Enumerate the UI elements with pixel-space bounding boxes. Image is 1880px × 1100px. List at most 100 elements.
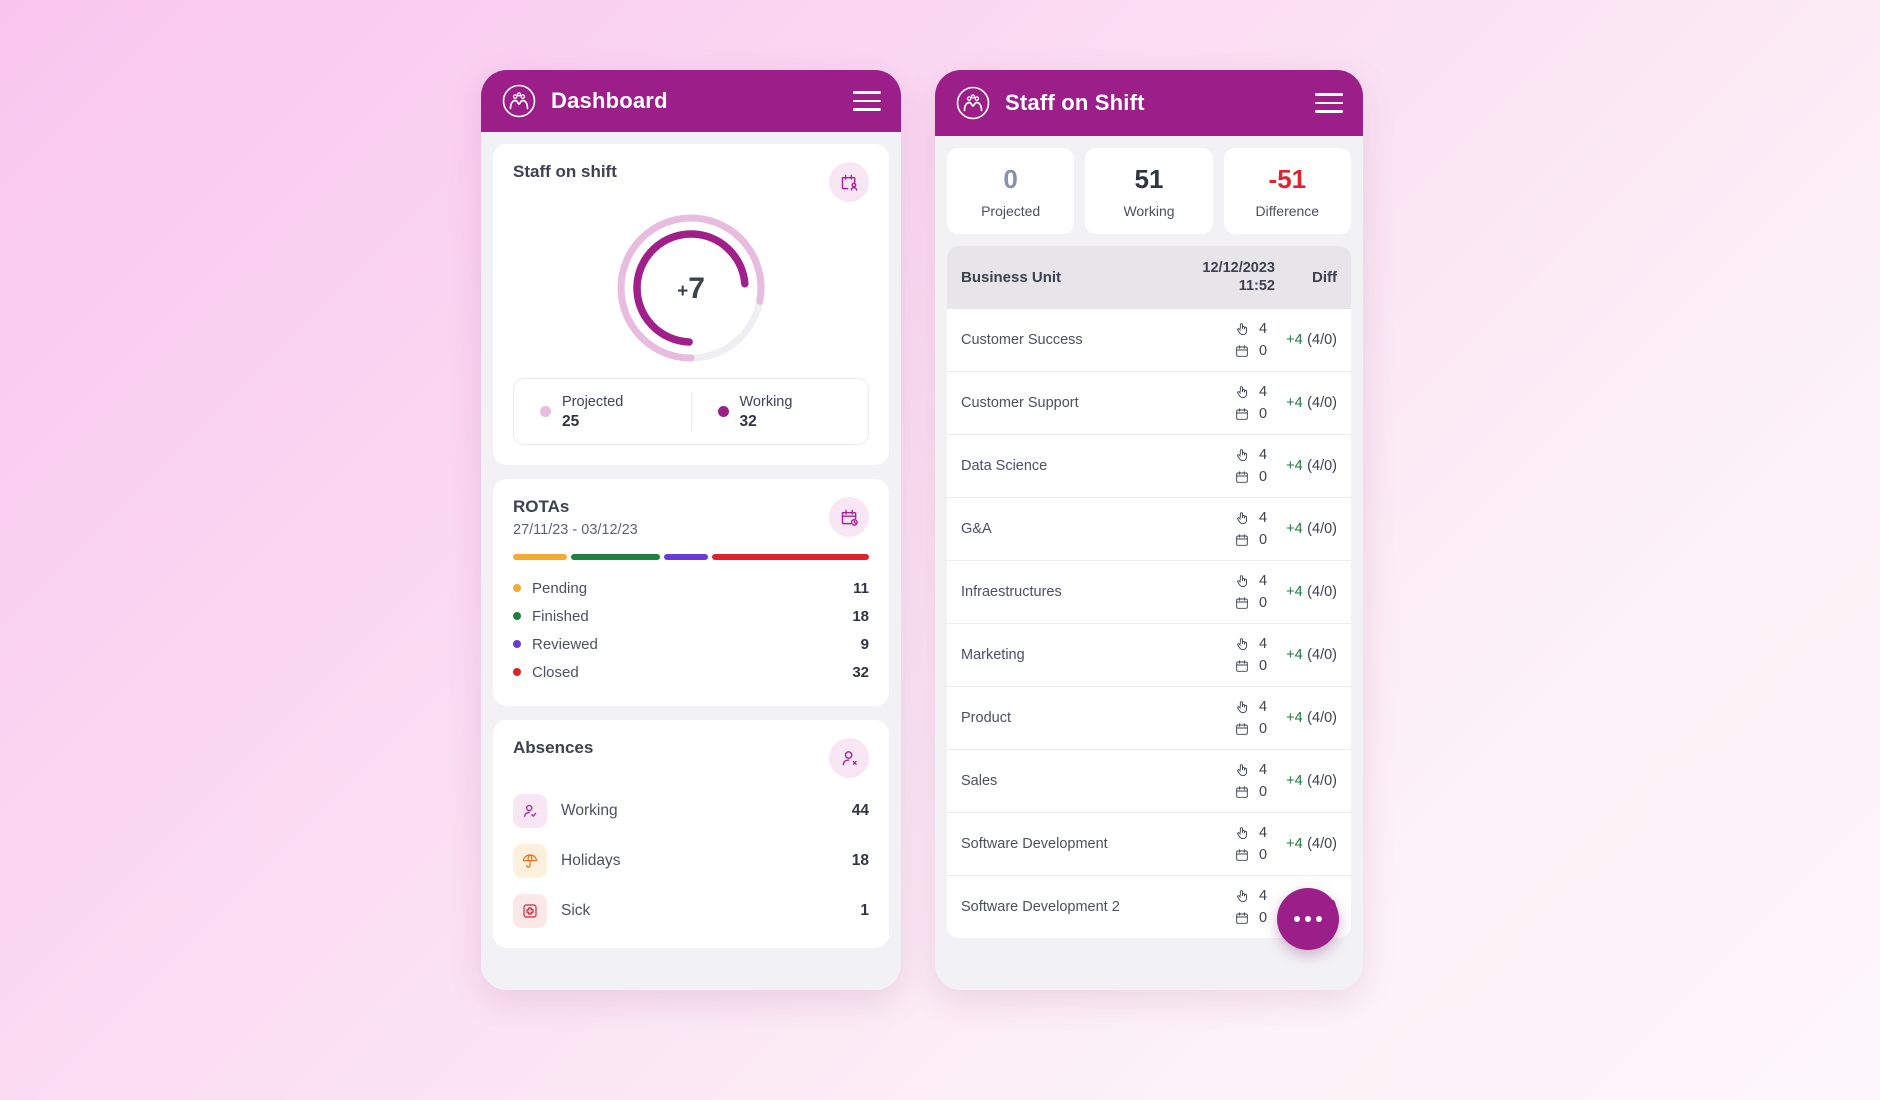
calendar-icon <box>1236 660 1248 673</box>
table-row[interactable]: Data Science 4 0 +4 (4/0) <box>947 434 1351 497</box>
row-diff: +4 (4/0) <box>1275 770 1337 792</box>
beach-umbrella-icon <box>513 844 547 879</box>
row-projected-value: 0 <box>1259 469 1268 486</box>
table-row[interactable]: Sales 4 0 +4 (4/0) <box>947 749 1351 812</box>
rotas-value-finished: 18 <box>852 607 869 625</box>
legend-label-working: Working <box>739 394 793 410</box>
staff-donut-chart: +7 <box>513 208 869 368</box>
table-row[interactable]: Product 4 0 +4 (4/0) <box>947 686 1351 749</box>
rotas-label-reviewed: Reviewed <box>532 635 598 653</box>
page-title: Staff on Shift <box>1005 90 1145 115</box>
calendar-icon <box>1236 849 1248 862</box>
hand-click-icon <box>1237 701 1247 714</box>
dashboard-scroll-body[interactable]: Staff on shift +7 Projected 25 Working 3… <box>481 132 901 990</box>
rotas-value-reviewed: 9 <box>860 635 869 653</box>
hand-click-icon <box>1237 512 1247 525</box>
rotas-segmented-bar <box>513 554 869 561</box>
row-counts: 4 0 <box>1163 759 1275 803</box>
hamburger-menu-icon[interactable] <box>853 91 881 111</box>
rotas-dot-reviewed <box>513 640 521 649</box>
stat-label-projected: Projected <box>981 202 1041 219</box>
hamburger-menu-icon[interactable] <box>1315 93 1343 113</box>
app-logo-icon <box>955 85 991 121</box>
row-diff-detail: (4/0) <box>1307 836 1337 853</box>
business-unit-table: Business Unit 12/12/2023 11:52 Diff Cust… <box>947 245 1351 939</box>
rotas-date-range: 27/11/23 - 03/12/23 <box>513 522 638 539</box>
calendar-user-icon[interactable] <box>829 162 869 202</box>
calendar-clock-icon[interactable] <box>829 497 869 538</box>
user-absent-icon[interactable] <box>829 738 869 779</box>
column-header-diff: Diff <box>1312 268 1337 286</box>
rotas-row-finished[interactable]: Finished 18 <box>513 602 869 630</box>
legend-value-projected: 25 <box>562 413 580 431</box>
row-diff: +4 (4/0) <box>1275 833 1337 855</box>
row-business-unit: Software Development 2 <box>961 899 1120 916</box>
row-projected-count: 0 <box>1163 844 1275 866</box>
stat-card-projected: 0 Projected <box>947 148 1075 234</box>
stat-label-difference: Difference <box>1255 202 1320 219</box>
row-working-value: 4 <box>1259 384 1268 401</box>
absence-row-sick[interactable]: Sick 1 <box>513 894 869 929</box>
absence-value-holidays: 18 <box>851 852 869 870</box>
row-projected-count: 0 <box>1163 466 1275 488</box>
row-diff: +4 (4/0) <box>1275 518 1337 540</box>
donut-center-prefix: +7 <box>677 272 705 305</box>
row-counts: 4 0 <box>1163 885 1275 929</box>
row-business-unit: Sales <box>961 773 998 790</box>
row-projected-value: 0 <box>1259 721 1268 738</box>
row-working-count: 4 <box>1163 696 1275 718</box>
row-diff-value: +4 <box>1286 395 1303 412</box>
table-row[interactable]: Customer Success 4 0 +4 (4/0) <box>947 309 1351 371</box>
row-working-value: 4 <box>1259 573 1268 590</box>
row-working-value: 4 <box>1259 888 1268 905</box>
rotas-row-pending[interactable]: Pending 11 <box>513 574 869 602</box>
absence-row-holidays[interactable]: Holidays 18 <box>513 844 869 879</box>
rotas-segment-finished <box>571 554 660 561</box>
row-counts: 4 0 <box>1163 444 1275 488</box>
row-diff-value: +4 <box>1286 584 1303 601</box>
table-row[interactable]: G&A 4 0 +4 (4/0) <box>947 497 1351 560</box>
stat-label-working: Working <box>1123 202 1175 219</box>
absences-card-header: Absences <box>513 738 869 779</box>
legend-item-working: Working 32 <box>690 392 869 432</box>
row-diff: +4 (4/0) <box>1275 392 1337 414</box>
rotas-row-closed[interactable]: Closed 32 <box>513 658 869 686</box>
row-working-count: 4 <box>1163 507 1275 529</box>
column-header-business-unit: Business Unit <box>961 268 1062 286</box>
row-working-count: 4 <box>1163 381 1275 403</box>
absence-row-working[interactable]: Working 44 <box>513 794 869 829</box>
stat-value-difference: -51 <box>1268 164 1307 194</box>
row-diff-detail: (4/0) <box>1307 332 1337 349</box>
staff-on-shift-body[interactable]: 0 Projected 51 Working -51 Difference Bu… <box>935 136 1363 990</box>
more-options-icon[interactable] <box>1277 888 1339 950</box>
hand-click-icon <box>1237 827 1247 840</box>
table-row[interactable]: Marketing 4 0 +4 (4/0) <box>947 623 1351 686</box>
absence-value-sick: 1 <box>860 902 869 920</box>
hand-click-icon <box>1237 638 1247 651</box>
dashboard-phone-frame: Dashboard Staff on shift +7 Projected 25… <box>481 70 901 990</box>
calendar-icon <box>1236 723 1248 736</box>
staff-card-header: Staff on shift <box>513 162 869 202</box>
row-diff: +4 (4/0) <box>1275 644 1337 666</box>
rotas-row-reviewed[interactable]: Reviewed 9 <box>513 630 869 658</box>
row-diff-value: +4 <box>1286 521 1303 538</box>
table-body: Customer Success 4 0 +4 (4/0) Customer S… <box>947 309 1351 938</box>
row-projected-count: 0 <box>1163 592 1275 614</box>
rotas-segment-pending <box>513 554 568 561</box>
table-row[interactable]: Software Development 4 0 +4 (4/0) <box>947 812 1351 875</box>
row-projected-value: 0 <box>1259 784 1268 801</box>
row-projected-count: 0 <box>1163 781 1275 803</box>
rotas-card-title: ROTAs <box>513 497 570 517</box>
rotas-dot-pending <box>513 584 521 593</box>
row-business-unit: Customer Success <box>961 332 1083 349</box>
rotas-label-closed: Closed <box>532 663 579 681</box>
rotas-card: ROTAs 27/11/23 - 03/12/23 Pending 11 Fin… <box>493 479 889 707</box>
table-row[interactable]: Infraestructures 4 0 +4 (4/0) <box>947 560 1351 623</box>
legend-dot-projected <box>540 406 551 417</box>
table-row[interactable]: Customer Support 4 0 +4 (4/0) <box>947 371 1351 434</box>
row-counts: 4 0 <box>1163 318 1275 362</box>
calendar-icon <box>1236 345 1248 358</box>
row-working-value: 4 <box>1259 510 1268 527</box>
staff-on-shift-header: Staff on Shift <box>935 70 1363 136</box>
hand-click-icon <box>1237 764 1247 777</box>
